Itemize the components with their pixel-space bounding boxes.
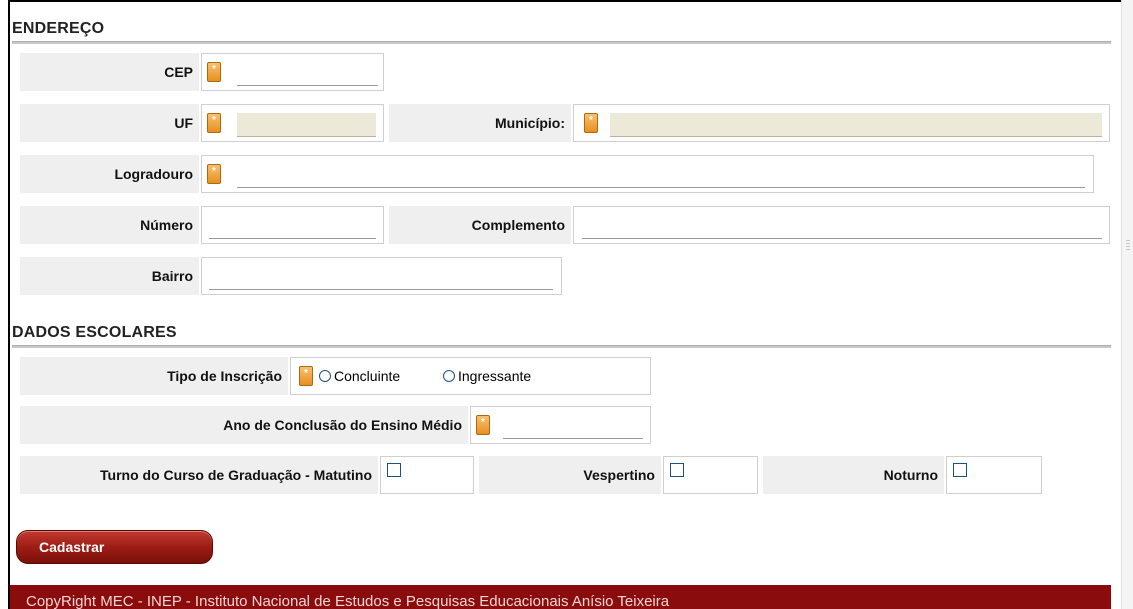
radio-concluinte[interactable]: Concluinte <box>319 368 400 384</box>
required-icon: * <box>207 164 221 184</box>
section-heading-dados-escolares: DADOS ESCOLARES <box>12 324 177 341</box>
page-frame <box>8 0 1122 609</box>
municipio-label: Município: <box>389 104 571 142</box>
required-icon: * <box>476 415 490 435</box>
vespertino-label: Vespertino <box>479 456 661 494</box>
section-divider <box>12 345 1111 348</box>
numero-label: Número <box>20 206 199 244</box>
radio-ingressante[interactable]: Ingressante <box>443 368 531 384</box>
numero-input[interactable] <box>209 215 376 239</box>
municipio-select[interactable] <box>610 113 1102 137</box>
required-icon: * <box>584 113 598 133</box>
radio-ingressante-label: Ingressante <box>458 368 532 384</box>
radio-button-icon[interactable] <box>319 370 331 382</box>
required-icon: * <box>299 366 313 386</box>
logradouro-input[interactable] <box>237 164 1085 188</box>
noturno-label: Noturno <box>763 456 944 494</box>
noturno-checkbox[interactable] <box>953 463 967 477</box>
uf-cell: * <box>201 104 384 142</box>
required-icon: * <box>207 62 221 82</box>
cep-input[interactable] <box>237 62 378 86</box>
cep-label: CEP <box>20 53 199 91</box>
complemento-input[interactable] <box>582 215 1102 239</box>
bairro-input[interactable] <box>209 266 553 290</box>
tipo-inscricao-cell: * Concluinte Ingressante <box>290 357 651 395</box>
vertical-scrollbar[interactable] <box>1121 0 1133 609</box>
ano-conclusao-input[interactable] <box>503 415 643 439</box>
section-heading-endereco: ENDEREÇO <box>12 20 105 37</box>
tipo-inscricao-label: Tipo de Inscrição <box>20 357 288 395</box>
required-icon: * <box>207 113 221 133</box>
ano-conclusao-label: Ano de Conclusão do Ensino Médio <box>20 406 468 444</box>
municipio-cell: * <box>573 104 1110 142</box>
numero-cell <box>201 206 384 244</box>
matutino-cell <box>380 456 474 494</box>
radio-concluinte-label: Concluinte <box>334 368 401 384</box>
matutino-checkbox[interactable] <box>387 463 401 477</box>
ano-conclusao-cell: * <box>470 406 651 444</box>
noturno-cell <box>946 456 1042 494</box>
uf-select[interactable] <box>237 113 376 137</box>
bairro-cell <box>201 257 562 295</box>
logradouro-cell: * <box>201 155 1094 193</box>
turno-matutino-label: Turno do Curso de Graduação - Matutino <box>20 456 378 494</box>
vespertino-cell <box>663 456 758 494</box>
logradouro-label: Logradouro <box>20 155 199 193</box>
complemento-label: Complemento <box>389 206 571 244</box>
radio-button-icon[interactable] <box>443 370 455 382</box>
complemento-cell <box>573 206 1110 244</box>
cadastrar-button[interactable]: Cadastrar <box>16 530 213 564</box>
footer-copyright: CopyRight MEC - INEP - Instituto Naciona… <box>10 585 1111 609</box>
vespertino-checkbox[interactable] <box>670 463 684 477</box>
section-divider <box>12 41 1111 44</box>
cep-cell: * <box>201 53 384 91</box>
uf-label: UF <box>20 104 199 142</box>
bairro-label: Bairro <box>20 257 199 295</box>
